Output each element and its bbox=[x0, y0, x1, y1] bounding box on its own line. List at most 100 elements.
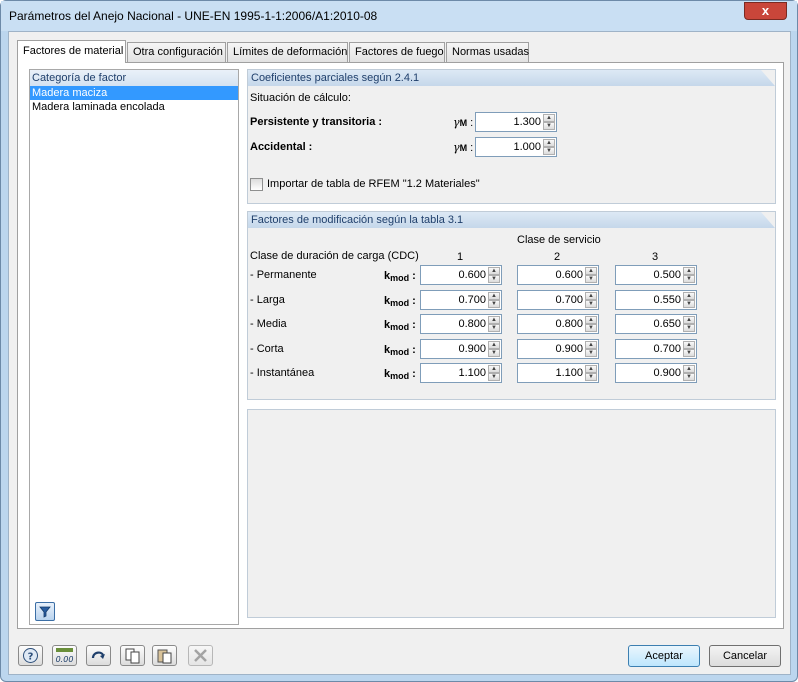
tab-factores-de-fuego[interactable]: Factores de fuego bbox=[349, 42, 445, 62]
spin-down-icon[interactable]: ▼ bbox=[488, 275, 500, 283]
service-class-label: Clase de servicio bbox=[517, 234, 601, 246]
spin-up-icon[interactable]: ▲ bbox=[543, 114, 555, 122]
partial-coefficients-header: Coeficientes parciales según 2.4.1 bbox=[248, 70, 775, 86]
info-area bbox=[247, 409, 776, 618]
kmod-input-col1[interactable]: 0.600 ▲ ▼ bbox=[420, 265, 502, 285]
kmod-input-col2[interactable]: 0.800 ▲ ▼ bbox=[517, 314, 599, 334]
spin-up-icon[interactable]: ▲ bbox=[585, 316, 597, 324]
tab-factores-de-material[interactable]: Factores de material bbox=[17, 40, 126, 63]
delete-x-icon bbox=[194, 649, 207, 662]
kmod-row-label: - Larga bbox=[250, 293, 285, 306]
spin-down-icon[interactable]: ▼ bbox=[585, 299, 597, 308]
spin-down-icon[interactable]: ▼ bbox=[585, 348, 597, 357]
spin-down-icon[interactable]: ▼ bbox=[683, 275, 695, 283]
kmod-header: Factores de modificación según la tabla … bbox=[248, 212, 775, 228]
situation-label: Situación de cálculo: bbox=[250, 92, 351, 104]
spin-down-icon[interactable]: ▼ bbox=[585, 275, 597, 283]
kmod-input-col1[interactable]: 1.100 ▲ ▼ bbox=[420, 363, 502, 383]
spin-up-icon[interactable]: ▲ bbox=[683, 291, 695, 300]
dialog-body: Factores de material Otra configuración … bbox=[8, 31, 791, 675]
spin-up-icon[interactable]: ▲ bbox=[488, 340, 500, 349]
kmod-input-col2[interactable]: 0.700 ▲ ▼ bbox=[517, 289, 599, 310]
accidental-label: Accidental : bbox=[250, 141, 313, 153]
cancel-button[interactable]: Cancelar bbox=[709, 645, 781, 667]
spin-up-icon[interactable]: ▲ bbox=[488, 316, 500, 324]
tab-otra-configuracion[interactable]: Otra configuración bbox=[127, 42, 226, 62]
partial-coefficients-group: Coeficientes parciales según 2.4.1 Situa… bbox=[247, 69, 776, 204]
import-checkbox[interactable] bbox=[250, 178, 263, 191]
copy-icon bbox=[125, 648, 140, 664]
reset-button[interactable] bbox=[86, 645, 111, 666]
spin-down-icon[interactable]: ▼ bbox=[488, 324, 500, 332]
duration-class-label: Clase de duración de carga (CDC) bbox=[250, 250, 419, 262]
gamma-m-symbol: γM : bbox=[453, 141, 474, 154]
category-list: Categoría de factor Madera maciza Madera… bbox=[29, 69, 239, 625]
kmod-input-col1[interactable]: 0.900 ▲ ▼ bbox=[420, 338, 502, 359]
spin-up-icon[interactable]: ▲ bbox=[488, 365, 500, 373]
list-item-madera-laminada[interactable]: Madera laminada encolada bbox=[30, 100, 238, 114]
kmod-input-col3[interactable]: 0.500 ▲ ▼ bbox=[615, 265, 697, 285]
filter-icon bbox=[39, 606, 51, 618]
spin-up-icon[interactable]: ▲ bbox=[683, 267, 695, 275]
spin-down-icon[interactable]: ▼ bbox=[683, 373, 695, 381]
kmod-input-col1[interactable]: 0.700 ▲ ▼ bbox=[420, 289, 502, 310]
spin-up-icon[interactable]: ▲ bbox=[585, 340, 597, 349]
tab-panel: Categoría de factor Madera maciza Madera… bbox=[17, 62, 784, 629]
spin-up-icon[interactable]: ▲ bbox=[488, 267, 500, 275]
import-label: Importar de tabla de RFEM "1.2 Materiale… bbox=[267, 178, 480, 190]
spin-down-icon[interactable]: ▼ bbox=[683, 299, 695, 308]
accept-button[interactable]: Aceptar bbox=[628, 645, 700, 667]
kmod-input-col3[interactable]: 0.550 ▲ ▼ bbox=[615, 289, 697, 310]
kmod-input-col3[interactable]: 0.900 ▲ ▼ bbox=[615, 363, 697, 383]
tab-normas-usadas[interactable]: Normas usadas bbox=[446, 42, 529, 62]
filter-button[interactable] bbox=[35, 602, 55, 621]
copy-button[interactable] bbox=[120, 645, 145, 666]
kmod-row-label: - Instantánea bbox=[250, 367, 315, 379]
kmod-input-col1[interactable]: 0.800 ▲ ▼ bbox=[420, 314, 502, 334]
window-title: Parámetros del Anejo Nacional - UNE-EN 1… bbox=[9, 9, 378, 23]
spin-down-icon[interactable]: ▼ bbox=[488, 299, 500, 308]
decimal-places-button[interactable]: 0.00 bbox=[52, 645, 77, 666]
spin-down-icon[interactable]: ▼ bbox=[585, 324, 597, 332]
tab-limites-de-deformacion[interactable]: Límites de deformación bbox=[227, 42, 348, 62]
kmod-input-col2[interactable]: 1.100 ▲ ▼ bbox=[517, 363, 599, 383]
spin-up-icon[interactable]: ▲ bbox=[488, 291, 500, 300]
spin-up-icon[interactable]: ▲ bbox=[683, 365, 695, 373]
spin-up-icon[interactable]: ▲ bbox=[585, 291, 597, 300]
spin-down-icon[interactable]: ▼ bbox=[543, 147, 555, 155]
spin-down-icon[interactable]: ▼ bbox=[585, 373, 597, 381]
category-header: Categoría de factor bbox=[30, 70, 238, 86]
accidental-gamma-input[interactable]: 1.000 ▲ ▼ bbox=[475, 137, 557, 157]
spin-down-icon[interactable]: ▼ bbox=[488, 348, 500, 357]
kmod-input-col2[interactable]: 0.600 ▲ ▼ bbox=[517, 265, 599, 285]
kmod-symbol: kmod : bbox=[384, 343, 416, 357]
spin-up-icon[interactable]: ▲ bbox=[585, 365, 597, 373]
paste-icon bbox=[157, 649, 172, 664]
spin-up-icon[interactable]: ▲ bbox=[683, 316, 695, 324]
list-item-madera-maciza[interactable]: Madera maciza bbox=[30, 86, 238, 100]
kmod-input-col3[interactable]: 0.650 ▲ ▼ bbox=[615, 314, 697, 334]
close-button[interactable]: x bbox=[744, 2, 787, 20]
help-button[interactable]: ? bbox=[18, 645, 43, 666]
spin-down-icon[interactable]: ▼ bbox=[683, 348, 695, 357]
spin-down-icon[interactable]: ▼ bbox=[683, 324, 695, 332]
svg-text:0.00: 0.00 bbox=[56, 655, 74, 664]
spin-down-icon[interactable]: ▼ bbox=[543, 122, 555, 130]
title-bar: Parámetros del Anejo Nacional - UNE-EN 1… bbox=[1, 1, 797, 31]
kmod-symbol: kmod : bbox=[384, 294, 416, 308]
spin-up-icon[interactable]: ▲ bbox=[543, 139, 555, 147]
gamma-m-symbol: γM : bbox=[453, 116, 474, 129]
delete-button[interactable] bbox=[188, 645, 213, 666]
kmod-row-label: - Permanente bbox=[250, 269, 317, 281]
svg-text:?: ? bbox=[28, 652, 34, 663]
spin-down-icon[interactable]: ▼ bbox=[488, 373, 500, 381]
spin-up-icon[interactable]: ▲ bbox=[585, 267, 597, 275]
paste-button[interactable] bbox=[152, 645, 177, 666]
spin-up-icon[interactable]: ▲ bbox=[683, 340, 695, 349]
kmod-symbol: kmod : bbox=[384, 319, 416, 332]
col-header-1: 1 bbox=[457, 251, 464, 263]
kmod-input-col3[interactable]: 0.700 ▲ ▼ bbox=[615, 338, 697, 359]
kmod-symbol: kmod : bbox=[384, 368, 416, 381]
kmod-input-col2[interactable]: 0.900 ▲ ▼ bbox=[517, 338, 599, 359]
persistent-gamma-input[interactable]: 1.300 ▲ ▼ bbox=[475, 112, 557, 132]
